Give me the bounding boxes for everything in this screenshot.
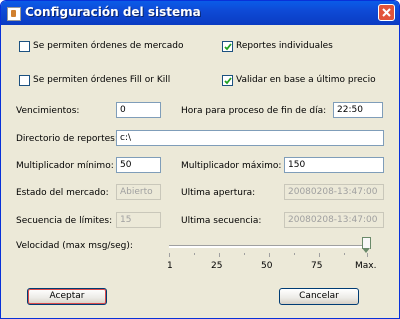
close-icon	[382, 8, 391, 17]
slider-tick	[294, 253, 295, 255]
ultima-apertura-input: 20080208-13:47:00	[284, 184, 384, 200]
market-orders-label[interactable]: Se permiten órdenes de mercado	[33, 41, 184, 51]
secuencia-limites-label: Secuencia de límites:	[16, 216, 113, 226]
slider-tick	[319, 253, 320, 257]
velocidad-label: Velocidad (max msg/seg):	[16, 241, 133, 251]
tick-label-25: 25	[211, 261, 223, 271]
vencimientos-input[interactable]: 0	[116, 102, 161, 118]
slider-tick	[344, 253, 345, 255]
hora-fin-dia-label: Hora para proceso de fin de día:	[181, 106, 327, 116]
individual-reports-checkbox[interactable]	[222, 41, 233, 52]
tick-label-50: 50	[261, 261, 273, 271]
slider-tick	[244, 253, 245, 255]
fill-or-kill-label[interactable]: Se permiten órdenes Fill or Kill	[33, 75, 170, 85]
mult-min-label: Multiplicador mínimo:	[16, 161, 114, 171]
mult-min-input[interactable]: 50	[116, 157, 161, 173]
validate-last-price-checkbox[interactable]	[222, 75, 233, 86]
directorio-input[interactable]: c:\	[116, 130, 384, 146]
hora-fin-dia-input[interactable]: 22:50	[333, 102, 383, 118]
vencimientos-label: Vencimientos:	[16, 106, 80, 116]
dialog-window: Configuración del sistema Se permiten ór…	[0, 0, 400, 319]
slider-tick	[367, 253, 368, 257]
market-orders-checkbox[interactable]	[19, 41, 30, 52]
title-bar[interactable]: Configuración del sistema	[1, 1, 399, 25]
velocidad-slider-track[interactable]	[169, 245, 371, 248]
slider-thumb-tip	[362, 248, 370, 253]
fill-or-kill-checkbox[interactable]	[19, 75, 30, 86]
java-cup-icon	[7, 7, 21, 21]
estado-mercado-input: Abierto	[116, 184, 161, 200]
directorio-label: Directorio de reportes:	[16, 134, 118, 144]
cancel-button[interactable]: Cancelar	[279, 288, 359, 305]
mult-max-input[interactable]: 150	[284, 157, 384, 173]
checkmark-icon	[224, 43, 232, 51]
tick-label-max: Max.	[355, 261, 377, 271]
ultima-apertura-label: Ultima apertura:	[181, 188, 256, 198]
validate-last-price-label[interactable]: Validar en base a último precio	[236, 75, 376, 85]
secuencia-limites-input: 15	[116, 212, 161, 228]
checkmark-icon	[224, 77, 232, 85]
slider-tick	[194, 253, 195, 255]
close-button[interactable]	[378, 4, 395, 21]
tick-label-1: 1	[167, 261, 173, 271]
individual-reports-label[interactable]: Reportes individuales	[236, 41, 333, 51]
window-title: Configuración del sistema	[25, 5, 201, 19]
slider-tick	[269, 253, 270, 257]
dialog-content: Se permiten órdenes de mercado Reportes …	[5, 26, 395, 314]
slider-tick	[169, 253, 170, 257]
estado-mercado-label: Estado del mercado:	[16, 188, 109, 198]
tick-label-75: 75	[311, 261, 323, 271]
mult-max-label: Multiplicador máximo:	[181, 161, 282, 171]
ultima-secuencia-label: Ultima secuencia:	[181, 216, 262, 226]
slider-tick	[219, 253, 220, 257]
accept-button[interactable]: Aceptar	[27, 288, 107, 305]
ultima-secuencia-input: 20080208-13:47:00	[284, 212, 384, 228]
